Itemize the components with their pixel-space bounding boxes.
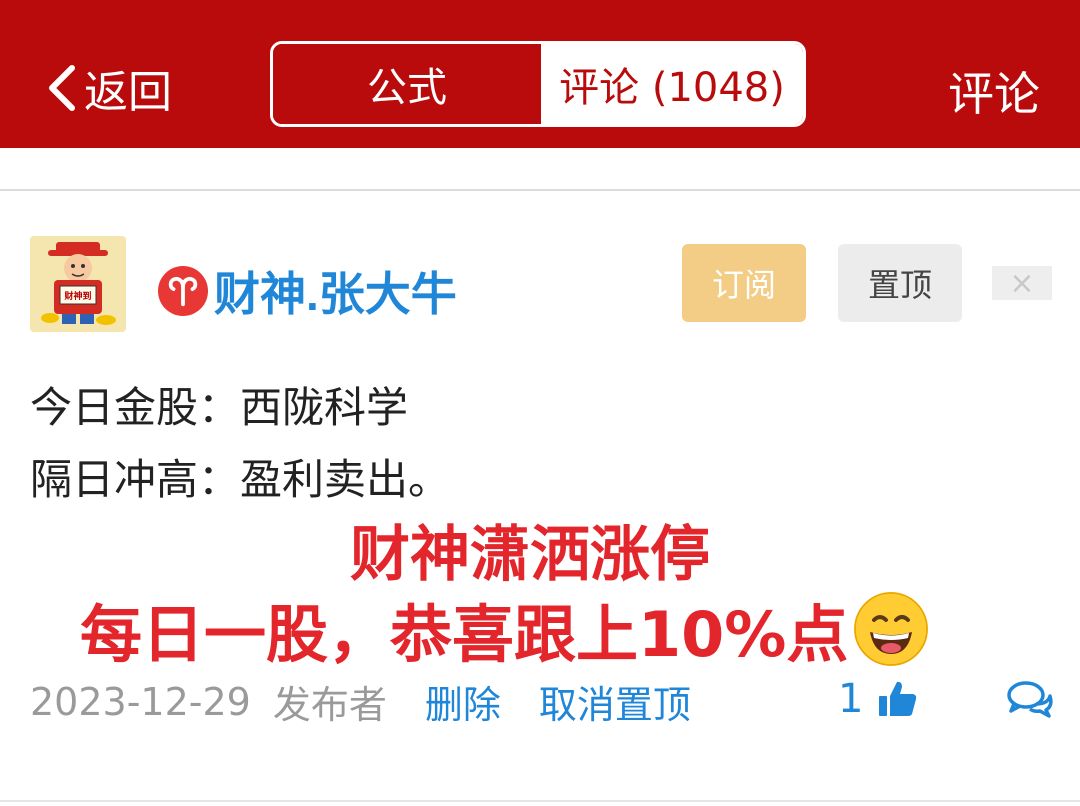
pin-button[interactable]: 置顶 bbox=[838, 244, 962, 322]
tab-comments[interactable]: 评论 (1048) bbox=[541, 44, 803, 124]
username-link[interactable]: 财神.张大牛 bbox=[158, 258, 457, 324]
close-button[interactable]: × bbox=[992, 266, 1052, 301]
promo-overlay-text: 财神潇洒涨停 bbox=[350, 520, 710, 590]
aries-icon bbox=[158, 266, 208, 316]
promo-overlay-text-row: 每日一股，恭喜跟上10%点 bbox=[80, 584, 929, 674]
subscribe-button[interactable]: 订阅 bbox=[682, 244, 806, 322]
back-button[interactable]: 返回 bbox=[44, 58, 172, 118]
comment-bubbles-icon[interactable] bbox=[1006, 680, 1054, 718]
divider bbox=[0, 800, 1080, 802]
like-count: 1 bbox=[838, 676, 864, 722]
comment-button[interactable]: 评论 bbox=[948, 58, 1040, 124]
grinning-face-icon bbox=[854, 592, 929, 666]
divider bbox=[0, 189, 1080, 191]
segmented-tabs: 公式 评论 (1048) bbox=[270, 41, 806, 127]
unpin-link[interactable]: 取消置顶 bbox=[539, 674, 691, 729]
post-line: 隔日冲高：盈利卖出。 bbox=[30, 455, 451, 504]
promo-overlay-text: 每日一股，恭喜跟上10%点 bbox=[80, 598, 849, 671]
like-button[interactable]: 1 bbox=[838, 676, 919, 722]
avatar[interactable]: 财神到 bbox=[30, 236, 126, 332]
post-meta: 2023-12-29 发布者 删除 取消置顶 bbox=[30, 674, 691, 729]
top-navigation-bar: 返回 公式 评论 (1048) 评论 bbox=[0, 0, 1080, 148]
publisher-label: 发布者 bbox=[272, 683, 387, 727]
god-of-wealth-avatar-icon: 财神到 bbox=[30, 236, 126, 332]
back-label: 返回 bbox=[84, 67, 172, 118]
thumbs-up-icon bbox=[879, 681, 917, 716]
username-text: 财神.张大牛 bbox=[214, 268, 457, 320]
delete-link[interactable]: 删除 bbox=[425, 674, 501, 729]
chevron-left-icon bbox=[49, 65, 75, 111]
post-date: 2023-12-29 bbox=[30, 679, 251, 724]
post-line: 今日金股：西陇科学 bbox=[30, 383, 409, 432]
tab-formula[interactable]: 公式 bbox=[273, 44, 541, 124]
avatar-text: 财神到 bbox=[63, 290, 91, 302]
